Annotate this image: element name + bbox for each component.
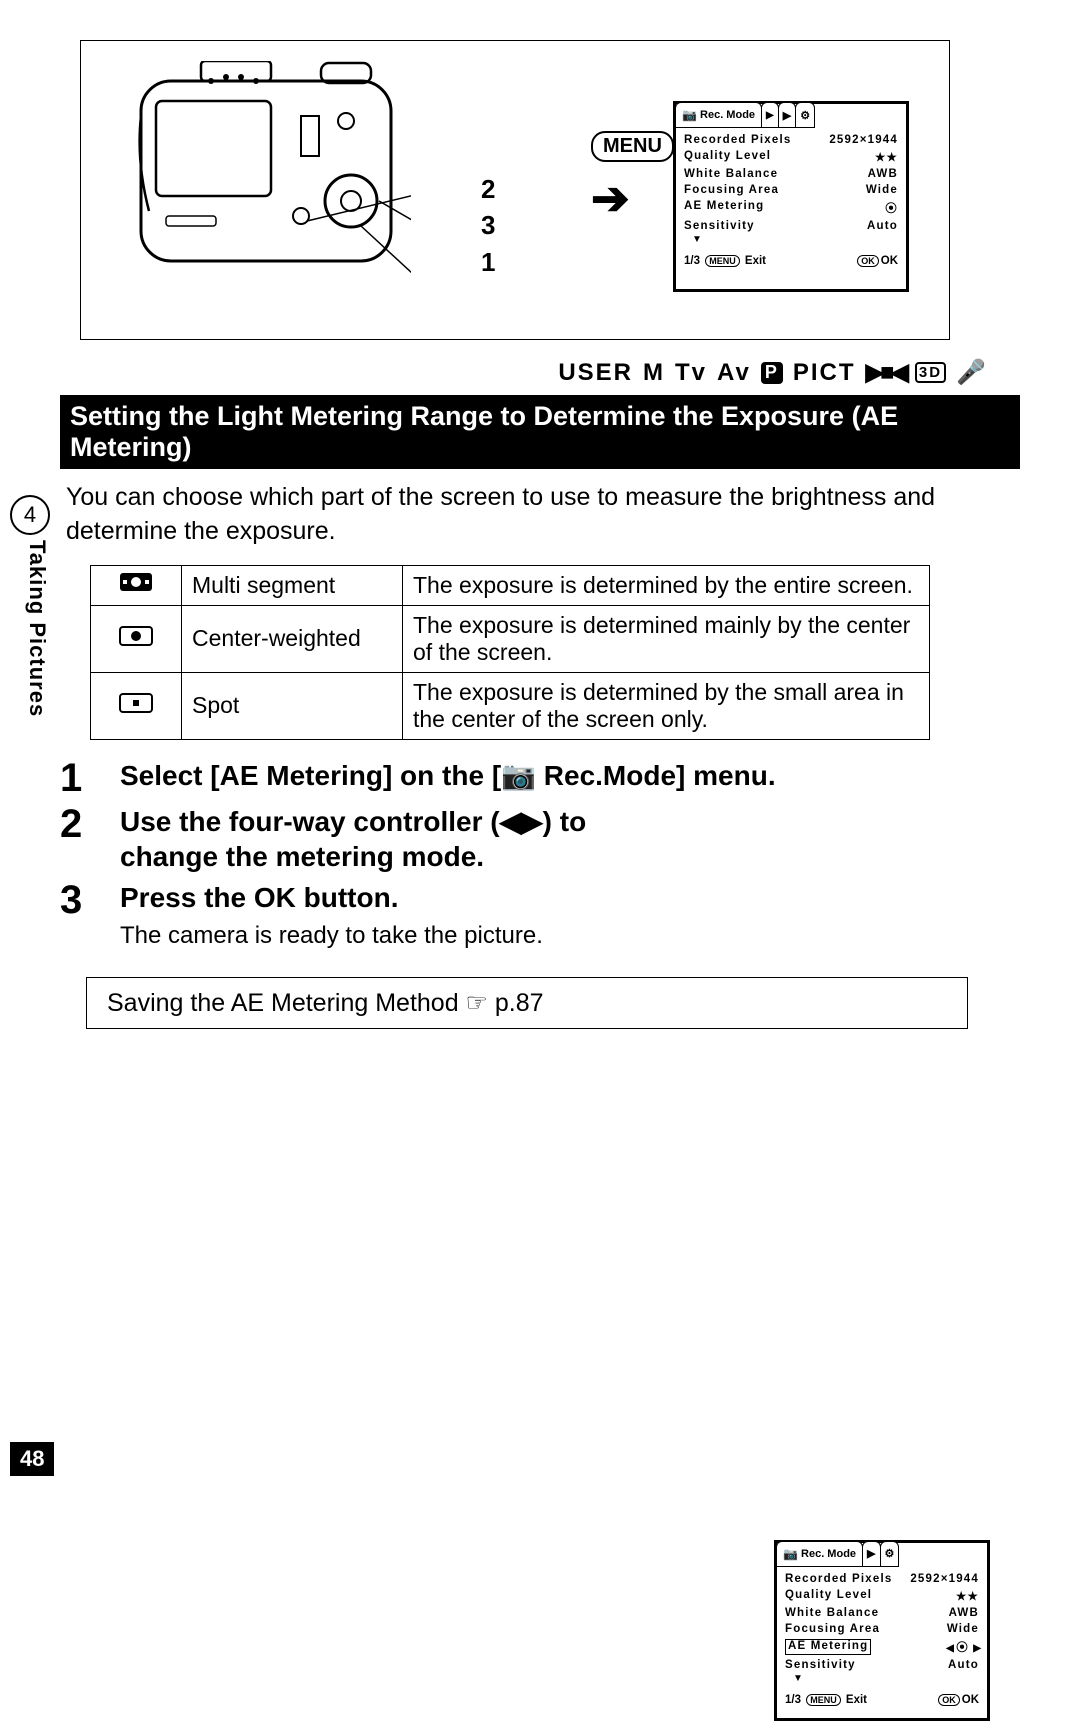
chapter-number-circle: 4 bbox=[10, 495, 50, 535]
side-chapter-label: Taking Pictures bbox=[24, 540, 50, 717]
metering-icon bbox=[91, 565, 182, 605]
metering-modes-table: Multi segmentThe exposure is determined … bbox=[90, 565, 930, 740]
step-number: 2 bbox=[60, 804, 120, 844]
step-text: Use the four-way controller (◀▶) to chan… bbox=[120, 804, 660, 874]
metering-icon bbox=[91, 605, 182, 672]
lcd1-tab-setup: ⚙ bbox=[795, 102, 815, 128]
mode-tv: Tv bbox=[675, 359, 707, 387]
lcd1-row: Focusing AreaWide bbox=[684, 182, 898, 198]
table-row: Center-weightedThe exposure is determine… bbox=[91, 605, 930, 672]
lcd2-tab-play: ▶ bbox=[862, 1541, 880, 1567]
step-3: 3Press the OK button.The camera is ready… bbox=[60, 880, 1020, 951]
intro-paragraph: You can choose which part of the screen … bbox=[66, 481, 1014, 549]
lcd2-row: Recorded Pixels2592×1944 bbox=[785, 1571, 979, 1587]
mode-m: M bbox=[643, 359, 665, 387]
mode-line: USER M Tv Av P PICT ▶■◀ 3D 🎤 bbox=[60, 358, 988, 387]
mode-user: USER bbox=[558, 359, 633, 387]
step-2: 2Use the four-way controller (◀▶) to cha… bbox=[60, 804, 1020, 874]
step-number: 3 bbox=[60, 880, 120, 920]
camera-back-illustration bbox=[131, 61, 411, 291]
lcd2-tab-setup: ⚙ bbox=[880, 1541, 900, 1567]
page-number: 48 bbox=[10, 1442, 54, 1476]
lcd-menu-2: 📷 Rec. Mode ▶ ⚙ Recorded Pixels2592×1944… bbox=[774, 1540, 990, 1721]
callout-numbers: 2 3 1 bbox=[481, 171, 495, 280]
metering-icon bbox=[91, 672, 182, 739]
steps-list: 1Select [AE Metering] on the [📷 Rec.Mode… bbox=[60, 758, 1020, 951]
lcd2-row: Focusing AreaWide bbox=[785, 1621, 979, 1637]
metering-name: Multi segment bbox=[182, 565, 403, 605]
lcd2-row: AE Metering◀ ⦿ ▶ bbox=[785, 1637, 979, 1657]
mode-3d-icon: 3D bbox=[915, 362, 946, 383]
lcd1-tab-arrow: ▶ bbox=[761, 102, 779, 128]
top-illustration-frame: 2 3 1 MENU ➔ 📷 Rec. Mode ▶ ▶ ⚙ Recorded … bbox=[80, 40, 950, 340]
step-1: 1Select [AE Metering] on the [📷 Rec.Mode… bbox=[60, 758, 1020, 798]
step-number: 1 bbox=[60, 758, 120, 798]
lcd1-tab-play: ▶ bbox=[778, 102, 796, 128]
section-title: Setting the Light Metering Range to Dete… bbox=[60, 395, 1020, 469]
menu-button-label: MENU bbox=[591, 131, 674, 162]
metering-desc: The exposure is determined by the small … bbox=[403, 672, 930, 739]
lcd1-row: Recorded Pixels2592×1944 bbox=[684, 132, 898, 148]
mode-av: Av bbox=[717, 359, 751, 387]
lcd1-row: SensitivityAuto bbox=[684, 218, 898, 234]
callout-1: 1 bbox=[481, 244, 495, 280]
lcd1-row: White BalanceAWB bbox=[684, 166, 898, 182]
lcd2-row: SensitivityAuto bbox=[785, 1657, 979, 1673]
mode-continuous-icon: ▶■◀ bbox=[866, 358, 905, 387]
metering-name: Center-weighted bbox=[182, 605, 403, 672]
step-text: Select [AE Metering] on the [📷 Rec.Mode]… bbox=[120, 758, 1020, 793]
metering-name: Spot bbox=[182, 672, 403, 739]
mode-p-icon: P bbox=[761, 362, 783, 384]
lcd1-row: AE Metering⦿ bbox=[684, 198, 898, 218]
step-text: Press the OK button.The camera is ready … bbox=[120, 880, 660, 951]
lcd-menu-1: 📷 Rec. Mode ▶ ▶ ⚙ Recorded Pixels2592×19… bbox=[673, 101, 909, 292]
lcd2-row: Quality Level★★ bbox=[785, 1587, 979, 1605]
cross-reference-box: Saving the AE Metering Method ☞ p.87 bbox=[86, 977, 968, 1029]
mode-mic-icon: 🎤 bbox=[956, 358, 988, 387]
lcd1-row: Quality Level★★ bbox=[684, 148, 898, 166]
lcd1-tab-rec: 📷 Rec. Mode bbox=[675, 102, 762, 128]
lcd2-tab-rec: 📷 Rec. Mode bbox=[776, 1541, 863, 1567]
mode-pict: PICT bbox=[793, 359, 856, 387]
metering-desc: The exposure is determined by the entire… bbox=[403, 565, 930, 605]
step-subtext: The camera is ready to take the picture. bbox=[120, 921, 660, 951]
callout-3: 3 bbox=[481, 207, 495, 243]
arrow-right-icon: ➔ bbox=[591, 171, 630, 225]
table-row: SpotThe exposure is determined by the sm… bbox=[91, 672, 930, 739]
metering-desc: The exposure is determined mainly by the… bbox=[403, 605, 930, 672]
callout-2: 2 bbox=[481, 171, 495, 207]
lcd2-row: White BalanceAWB bbox=[785, 1605, 979, 1621]
table-row: Multi segmentThe exposure is determined … bbox=[91, 565, 930, 605]
